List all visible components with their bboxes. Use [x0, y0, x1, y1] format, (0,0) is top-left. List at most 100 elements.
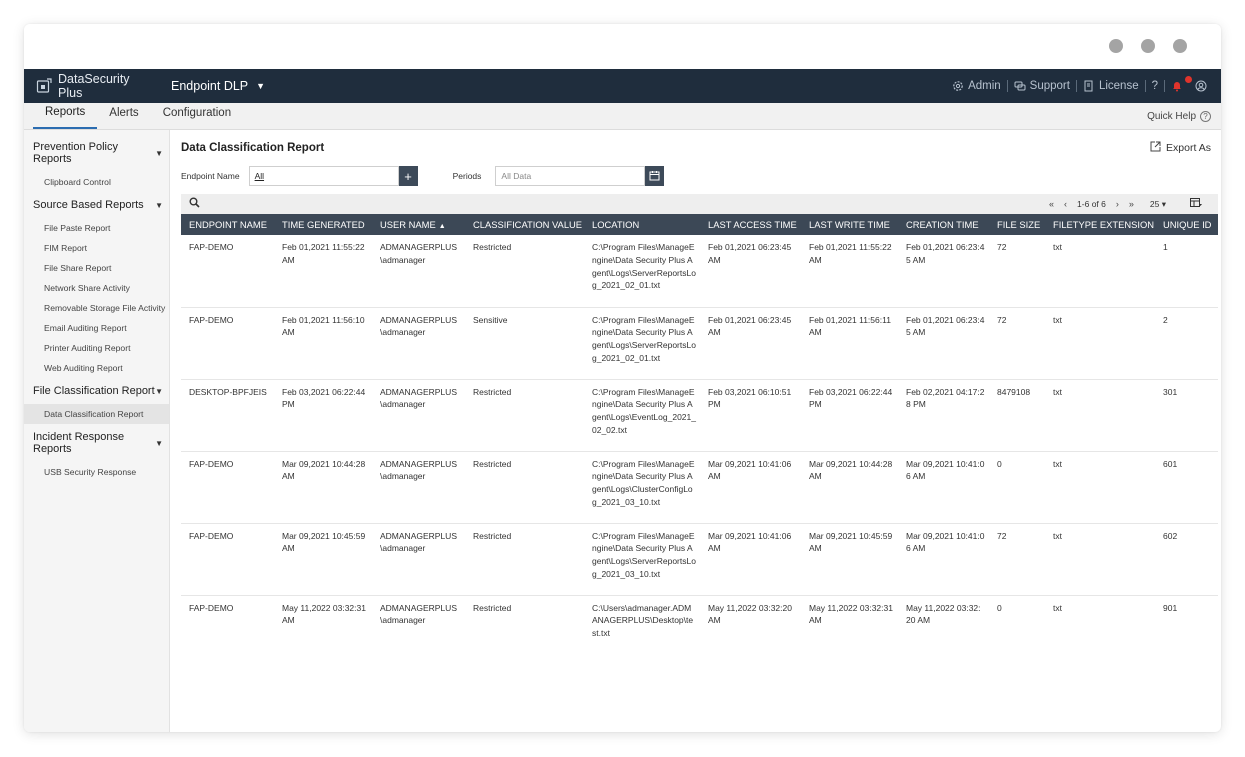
calendar-icon [649, 169, 660, 184]
window-controls [1109, 39, 1187, 53]
cell: May 11,2022 03:32:20 AM [906, 602, 981, 626]
sidebar-item-fim[interactable]: FIM Report [24, 238, 169, 258]
col-last-access-time[interactable]: LAST ACCESS TIME [700, 214, 801, 235]
cell: Mar 09,2021 10:45:59 AM [274, 523, 372, 596]
user-menu-button[interactable] [1189, 80, 1213, 92]
report-panel: Data Classification Report Export As End… [170, 130, 1221, 732]
help-link[interactable]: ? [1146, 80, 1164, 92]
sidebar-group-prevention[interactable]: Prevention Policy Reports ▼ [24, 134, 169, 172]
cell: ADMANAGERPLUS \admanager [372, 235, 465, 308]
gear-icon [952, 80, 964, 92]
license-icon [1083, 80, 1095, 92]
license-link[interactable]: License [1077, 80, 1145, 92]
sidebar-item-clipboard-control[interactable]: Clipboard Control [24, 172, 169, 192]
sidebar-item-printer-auditing[interactable]: Printer Auditing Report [24, 338, 169, 358]
next-page-icon[interactable]: › [1116, 199, 1119, 209]
last-page-icon[interactable]: » [1129, 199, 1134, 209]
sidebar-item-usb-security[interactable]: USB Security Response [24, 462, 169, 482]
search-icon[interactable] [189, 197, 200, 211]
col-time-generated[interactable]: TIME GENERATED [274, 214, 372, 235]
cell: Mar 09,2021 10:41:06 AM [700, 451, 801, 524]
sidebar-group-source-based[interactable]: Source Based Reports ▼ [24, 192, 169, 218]
cell: FAP-DEMO [181, 235, 274, 308]
periods-field[interactable]: All Data [495, 166, 646, 186]
tab-reports[interactable]: Reports [33, 103, 98, 129]
first-page-icon[interactable]: « [1049, 199, 1054, 209]
cell: Restricted [465, 379, 584, 452]
table-row[interactable]: FAP-DEMO Mar 09,2021 10:45:59 AM ADMANAGER… [181, 523, 1218, 596]
endpoint-field[interactable]: All [248, 166, 399, 186]
col-file-size[interactable]: FILE SIZE [989, 214, 1045, 235]
notifications-button[interactable] [1165, 76, 1192, 92]
col-last-write-time[interactable]: LAST WRITE TIME [801, 214, 898, 235]
product-name: Endpoint DLP [171, 79, 249, 93]
col-creation-time[interactable]: CREATION TIME [898, 214, 989, 235]
cell: Mar 09,2021 10:44:28 AM [801, 451, 898, 524]
table-row[interactable]: FAP-DEMO Mar 09,2021 10:44:28 AM ADMANAGER… [181, 451, 1218, 524]
admin-link[interactable]: Admin [946, 80, 1007, 92]
col-endpoint-name[interactable]: ENDPOINT NAME [181, 214, 274, 235]
cell: Restricted [465, 451, 584, 524]
sidebar-group-incident-response[interactable]: Incident Response Reports ▼ [24, 424, 169, 462]
col-unique-id[interactable]: UNIQUE ID [1155, 214, 1218, 235]
support-link[interactable]: Support [1008, 80, 1076, 92]
window-dot-1[interactable] [1109, 39, 1123, 53]
cell: 901 [1163, 602, 1178, 613]
cell: ADMANAGERPLUS \admanager [380, 602, 457, 626]
cell: Mar 09,2021 10:44:28 AM [274, 451, 372, 524]
help-icon: ? [1151, 80, 1158, 92]
tab-configuration[interactable]: Configuration [151, 103, 243, 129]
chat-icon [1014, 80, 1026, 92]
cell: May 11,2022 03:32:31 AM [809, 602, 893, 626]
sidebar-item-file-share[interactable]: File Share Report [24, 258, 169, 278]
export-button[interactable]: Export As [1150, 141, 1211, 155]
cell: 2 [1155, 307, 1218, 380]
prev-page-icon[interactable]: ‹ [1064, 199, 1067, 209]
sidebar-item-file-paste[interactable]: File Paste Report [24, 218, 169, 238]
table-row[interactable]: FAP-DEMO Feb 01,2021 11:56:10 AM ADMANAGER… [181, 307, 1218, 380]
col-location[interactable]: LOCATION [584, 214, 700, 235]
sidebar-group-label: Incident Response Reports [33, 431, 125, 455]
calendar-button[interactable] [645, 166, 665, 186]
cell: 601 [1155, 451, 1218, 524]
admin-label: Admin [968, 80, 1001, 92]
content-area: Prevention Policy Reports ▼ Clipboard Con… [24, 130, 1221, 732]
sidebar-item-removable-storage[interactable]: Removable Storage File Activity [24, 298, 169, 318]
page-size-select[interactable]: 25 ▾ [1150, 199, 1166, 210]
window-dot-3[interactable] [1173, 39, 1187, 53]
cell: txt [1045, 235, 1155, 308]
col-classification-value[interactable]: CLASSIFICATION VALUE [465, 214, 584, 235]
caret-down-icon: ▼ [155, 148, 163, 158]
brand-name: DataSecurity Plus [58, 72, 130, 100]
page-title: Data Classification Report [181, 142, 325, 154]
sidebar-group-file-classification[interactable]: File Classification Report ▼ [24, 378, 169, 404]
window-dot-2[interactable] [1141, 39, 1155, 53]
column-chooser-icon[interactable] [1190, 198, 1202, 210]
brand[interactable]: DataSecurity Plus [24, 69, 155, 103]
cell: Feb 01,2021 11:56:11 AM [801, 307, 898, 380]
quick-help-link[interactable]: Quick Help ? [1147, 111, 1211, 122]
product-switcher[interactable]: Endpoint DLP ▼ [155, 69, 265, 103]
cell: Feb 03,2021 06:22:44 PM [801, 379, 898, 452]
cell: FAP-DEMO [181, 523, 274, 596]
cell: 8479108 [989, 379, 1045, 452]
sidebar-item-data-classification[interactable]: Data Classification Report [24, 404, 169, 424]
col-user-name[interactable]: USER NAME ▲ [372, 214, 465, 235]
sidebar-group-label: File Classification Report [33, 385, 155, 397]
cell: Mar 09,2021 10:41:06 AM [898, 523, 989, 596]
sidebar-item-network-share[interactable]: Network Share Activity [24, 278, 169, 298]
caret-down-icon: ▼ [155, 438, 163, 448]
table-row[interactable]: DESKTOP-BPFJEIS Feb 03,2021 06:22:44 PM AD… [181, 379, 1218, 452]
window-titlebar [24, 24, 1221, 69]
col-filetype-extension[interactable]: FILETYPE EXTENSION [1045, 214, 1155, 235]
sidebar-item-web-auditing[interactable]: Web Auditing Report [24, 358, 169, 378]
table-header-row: ENDPOINT NAME TIME GENERATED USER NAME ▲ … [181, 214, 1218, 235]
table-row[interactable]: FAP-DEMO Feb 01,2021 11:55:22 AM ADMANAGER… [181, 235, 1218, 308]
add-endpoint-button[interactable]: + [398, 166, 418, 186]
cell: ADMANAGERPLUS \admanager [372, 307, 465, 380]
table-row[interactable]: FAP-DEMO May 11,2022 03:32:31 AM ADMANAGER… [181, 595, 1218, 667]
bell-icon [1171, 80, 1183, 92]
sidebar-item-email-auditing[interactable]: Email Auditing Report [24, 318, 169, 338]
top-navbar: DataSecurity Plus Endpoint DLP ▼ Admin S… [24, 69, 1221, 103]
tab-alerts[interactable]: Alerts [97, 103, 150, 129]
